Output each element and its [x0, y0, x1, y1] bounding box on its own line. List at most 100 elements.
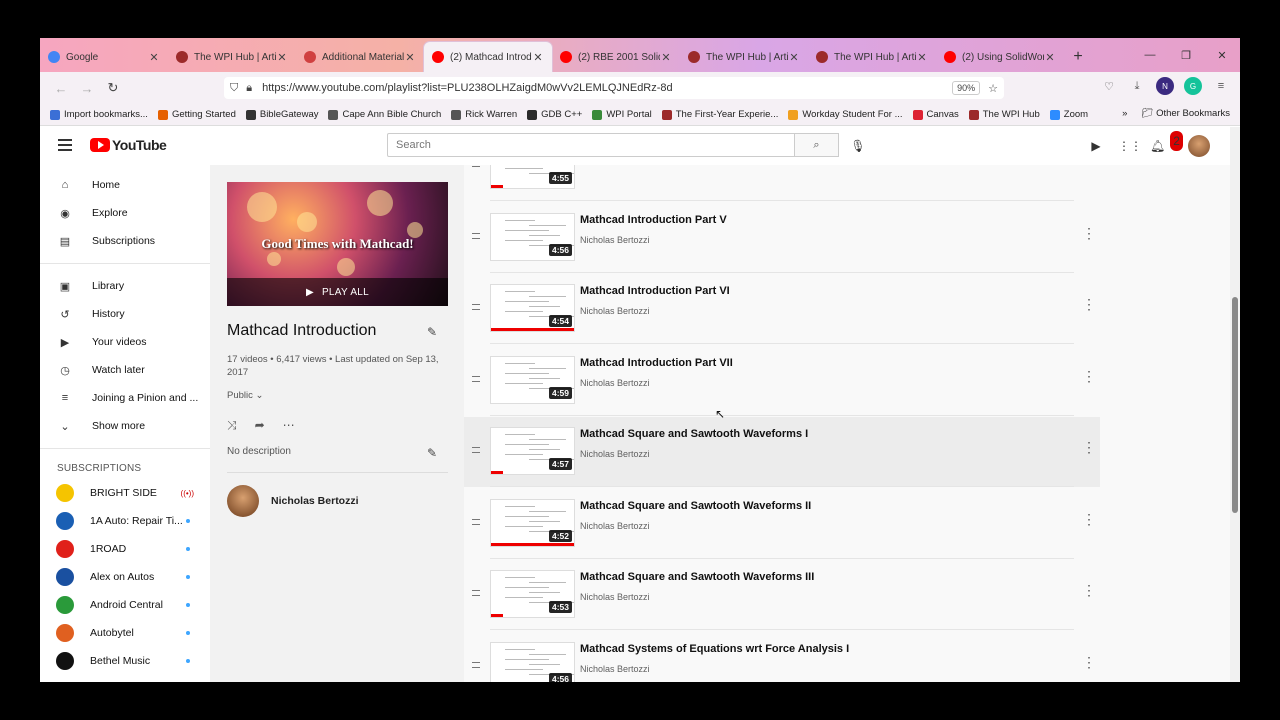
playlist-video-row[interactable]: 4:54 Mathcad Introduction Part VI Nicholas…	[464, 274, 1100, 344]
pocket-icon[interactable]: ♡	[1100, 77, 1118, 95]
other-bookmarks[interactable]: 📁︎ Other Bookmarks	[1141, 108, 1230, 119]
bookmark-item[interactable]: GDB C++	[527, 109, 582, 120]
more-vertical-icon[interactable]: ⋮	[1082, 296, 1096, 313]
url-text[interactable]: https://www.youtube.com/playlist?list=PL…	[262, 82, 952, 94]
video-thumbnail[interactable]: 4:55	[490, 165, 575, 189]
bookmark-item[interactable]: Canvas	[912, 109, 959, 120]
account-avatar[interactable]	[1188, 135, 1210, 157]
sidebar-item[interactable]: ⌂ Home	[40, 171, 210, 199]
subscription-item[interactable]: Android Central	[40, 591, 210, 619]
playlist-thumbnail[interactable]: Good Times with Mathcad! ▶ PLAY ALL	[227, 182, 448, 306]
profile-icon[interactable]: N	[1156, 77, 1174, 95]
page-scrollbar[interactable]	[1230, 127, 1240, 682]
sidebar-item[interactable]: ◉ Explore	[40, 199, 210, 227]
menu-icon[interactable]: ≡	[1212, 77, 1230, 95]
subscription-item[interactable]: 1ROAD	[40, 535, 210, 563]
bookmark-item[interactable]: Rick Warren	[451, 109, 517, 120]
close-tab-icon[interactable]: ✕	[788, 51, 800, 64]
more-vertical-icon[interactable]: ⋮	[1082, 511, 1096, 528]
video-thumbnail[interactable]: 4:56	[490, 641, 575, 682]
minimize-icon[interactable]: —	[1132, 38, 1168, 72]
sidebar-item[interactable]: ↺ History	[40, 300, 210, 328]
close-tab-icon[interactable]: ✕	[148, 51, 160, 64]
playlist-owner[interactable]: Nicholas Bertozzi	[227, 485, 359, 517]
bookmark-item[interactable]: The First-Year Experie...	[661, 109, 778, 120]
hamburger-icon[interactable]	[58, 139, 72, 151]
more-vertical-icon[interactable]: ⋮	[1082, 368, 1096, 385]
more-horizontal-icon[interactable]: ⋯	[283, 418, 295, 433]
shuffle-icon[interactable]: ⤨	[227, 418, 237, 433]
video-thumbnail[interactable]: 4:53	[490, 570, 575, 618]
browser-tab[interactable]: The WPI Hub | Articl ✕	[808, 42, 936, 72]
playlist-video-row[interactable]: 4:57 Mathcad Square and Sawtooth Waveform…	[464, 417, 1100, 487]
browser-tab[interactable]: The WPI Hub | Articl ✕	[168, 42, 296, 72]
subscription-item[interactable]: Autobytel	[40, 619, 210, 647]
sidebar-item[interactable]: ⌄ Show more	[40, 412, 210, 440]
forward-icon[interactable]: →	[74, 75, 100, 101]
browser-tab[interactable]: (2) RBE 2001 SolidW✕	[552, 42, 680, 72]
subscription-item[interactable]: Alex on Autos	[40, 563, 210, 591]
reload-icon[interactable]: ↻	[100, 75, 126, 101]
apps-grid-icon[interactable]: ⋮⋮	[1118, 136, 1142, 156]
drag-handle-icon[interactable]	[472, 518, 480, 525]
bookmark-item[interactable]: Cape Ann Bible Church	[328, 109, 441, 120]
subscription-item[interactable]: Bethel Music	[40, 647, 210, 675]
bookmark-item[interactable]: Workday Student For ...	[788, 109, 903, 120]
more-vertical-icon[interactable]: ⋮	[1082, 225, 1096, 242]
playlist-video-row[interactable]: 4:59 Mathcad Introduction Part VII Nichola…	[464, 346, 1100, 416]
video-thumbnail[interactable]: 4:57	[490, 427, 575, 475]
subscription-item[interactable]: BRIGHT SIDE ((•))	[40, 479, 210, 507]
scrollbar-thumb[interactable]	[1232, 297, 1238, 513]
close-tab-icon[interactable]: ✕	[916, 51, 928, 64]
video-title[interactable]: Mathcad Introduction Part V	[580, 214, 727, 226]
video-title[interactable]: Mathcad Square and Sawtooth Waveforms I	[580, 428, 808, 440]
video-title[interactable]: Mathcad Introduction Part VII	[580, 357, 733, 369]
drag-handle-icon[interactable]	[472, 590, 480, 596]
drag-handle-icon[interactable]	[472, 304, 480, 310]
video-channel[interactable]: Nicholas Bertozzi	[580, 378, 650, 388]
close-tab-icon[interactable]: ✕	[404, 51, 416, 64]
new-tab-button[interactable]: +	[1064, 42, 1092, 72]
notifications-bell-icon[interactable]: 🔔︎ 2	[1150, 131, 1183, 156]
sidebar-item[interactable]: ◷ Watch later	[40, 356, 210, 384]
video-title[interactable]: Mathcad Square and Sawtooth Waveforms II	[580, 500, 811, 512]
owner-name[interactable]: Nicholas Bertozzi	[271, 495, 359, 507]
bookmark-star-icon[interactable]: ☆	[988, 82, 998, 95]
drag-handle-icon[interactable]	[472, 661, 480, 668]
close-tab-icon[interactable]: ✕	[532, 51, 544, 64]
privacy-dropdown[interactable]: Public ⌄	[227, 390, 263, 401]
search-input[interactable]: Search	[387, 133, 795, 157]
sidebar-item[interactable]: ▤ Subscriptions	[40, 227, 210, 255]
close-window-icon[interactable]: ✕	[1204, 38, 1240, 72]
drag-handle-icon[interactable]	[472, 165, 480, 167]
back-icon[interactable]: ←	[48, 75, 74, 101]
video-thumbnail[interactable]: 4:56	[490, 212, 575, 261]
browser-tab[interactable]: Google ✕	[40, 42, 168, 72]
video-title[interactable]: Mathcad Square and Sawtooth Waveforms II…	[580, 571, 814, 583]
close-tab-icon[interactable]: ✕	[660, 51, 672, 64]
drag-handle-icon[interactable]	[472, 375, 480, 382]
browser-tab[interactable]: Additional Materials ✕	[296, 42, 424, 72]
share-icon[interactable]: ➦	[255, 418, 265, 433]
address-bar[interactable]: ⛉ 🔒︎ https://www.youtube.com/playlist?li…	[224, 77, 1004, 99]
drag-handle-icon[interactable]	[472, 447, 480, 453]
playlist-video-row[interactable]: 4:56 Mathcad Introduction Part V Nicholas …	[464, 203, 1100, 273]
video-title[interactable]: Mathcad Introduction Part VI	[580, 285, 730, 297]
browser-tab[interactable]: (2) Mathcad Introdu ✕	[424, 42, 552, 72]
playlist-video-row[interactable]: 4:55	[464, 165, 1100, 201]
playlist-video-row[interactable]: 4:52 Mathcad Square and Sawtooth Waveform…	[464, 489, 1100, 559]
more-vertical-icon[interactable]: ⋮	[1082, 439, 1096, 456]
bookmark-item[interactable]: WPI Portal	[592, 109, 652, 120]
video-channel[interactable]: Nicholas Bertozzi	[580, 306, 650, 316]
search-button[interactable]: ⌕	[795, 133, 839, 157]
edit-description-pencil-icon[interactable]: ✎	[427, 446, 437, 460]
bookmark-item[interactable]: Getting Started	[157, 109, 236, 120]
lock-icon[interactable]: 🔒︎	[246, 82, 252, 95]
close-tab-icon[interactable]: ✕	[1044, 51, 1056, 64]
bookmark-item[interactable]: BibleGateway	[245, 109, 318, 120]
video-channel[interactable]: Nicholas Bertozzi	[580, 235, 650, 245]
video-channel[interactable]: Nicholas Bertozzi	[580, 449, 650, 459]
video-channel[interactable]: Nicholas Bertozzi	[580, 592, 650, 602]
microphone-icon[interactable]: 🎙︎	[849, 137, 867, 155]
sidebar-item[interactable]: ▣ Library	[40, 272, 210, 300]
